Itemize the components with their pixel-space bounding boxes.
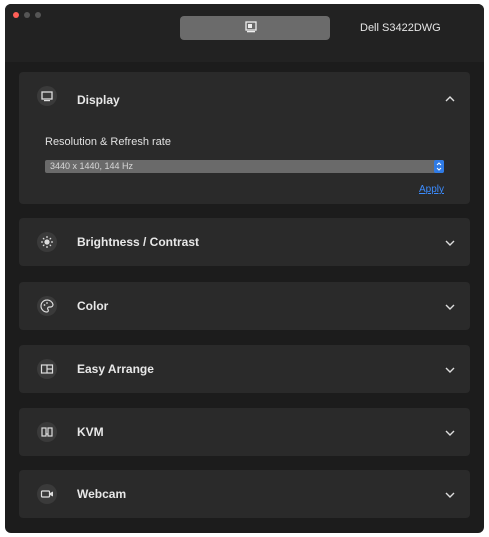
chevron-down-icon[interactable] — [444, 364, 456, 376]
chevron-up-icon[interactable] — [444, 93, 456, 105]
monitor-select-button[interactable] — [180, 16, 330, 40]
resolution-value: 3440 x 1440, 144 Hz — [50, 161, 134, 171]
resolution-label: Resolution & Refresh rate — [45, 136, 171, 148]
section-label: Color — [77, 299, 109, 313]
section-color[interactable]: Color — [19, 282, 470, 330]
close-window-button[interactable] — [13, 12, 19, 18]
section-label: Brightness / Contrast — [77, 235, 200, 249]
section-webcam[interactable]: Webcam — [19, 470, 470, 518]
chevron-down-icon[interactable] — [444, 427, 456, 439]
section-easy-arrange[interactable]: Easy Arrange — [19, 345, 470, 393]
minimize-window-button[interactable] — [24, 12, 30, 18]
webcam-icon — [37, 484, 57, 504]
sun-icon — [37, 232, 57, 252]
section-kvm[interactable]: KVM — [19, 408, 470, 456]
display-icon — [37, 86, 57, 106]
maximize-window-button[interactable] — [35, 12, 41, 18]
monitor-icon — [245, 21, 257, 33]
section-brightness[interactable]: Brightness / Contrast — [19, 218, 470, 266]
section-label: Webcam — [77, 487, 127, 501]
section-label: Easy Arrange — [77, 362, 154, 376]
layout-icon — [37, 359, 57, 379]
chevron-down-icon[interactable] — [444, 489, 456, 501]
dropdown-arrow-icon[interactable] — [434, 160, 444, 173]
palette-icon — [37, 296, 57, 316]
chevron-down-icon[interactable] — [444, 237, 456, 249]
app-window: Dell S3422DWG Display Resolution & Refre… — [5, 4, 484, 533]
monitor-name: Dell S3422DWG — [360, 22, 441, 34]
resolution-select[interactable]: 3440 x 1440, 144 Hz — [45, 160, 444, 173]
section-label: KVM — [77, 425, 104, 439]
section-label: Display — [77, 93, 120, 107]
apply-link[interactable]: Apply — [419, 184, 444, 195]
section-display: Display Resolution & Refresh rate 3440 x… — [19, 72, 470, 204]
kvm-icon — [37, 422, 57, 442]
chevron-down-icon[interactable] — [444, 301, 456, 313]
title-bar: Dell S3422DWG — [5, 4, 484, 62]
